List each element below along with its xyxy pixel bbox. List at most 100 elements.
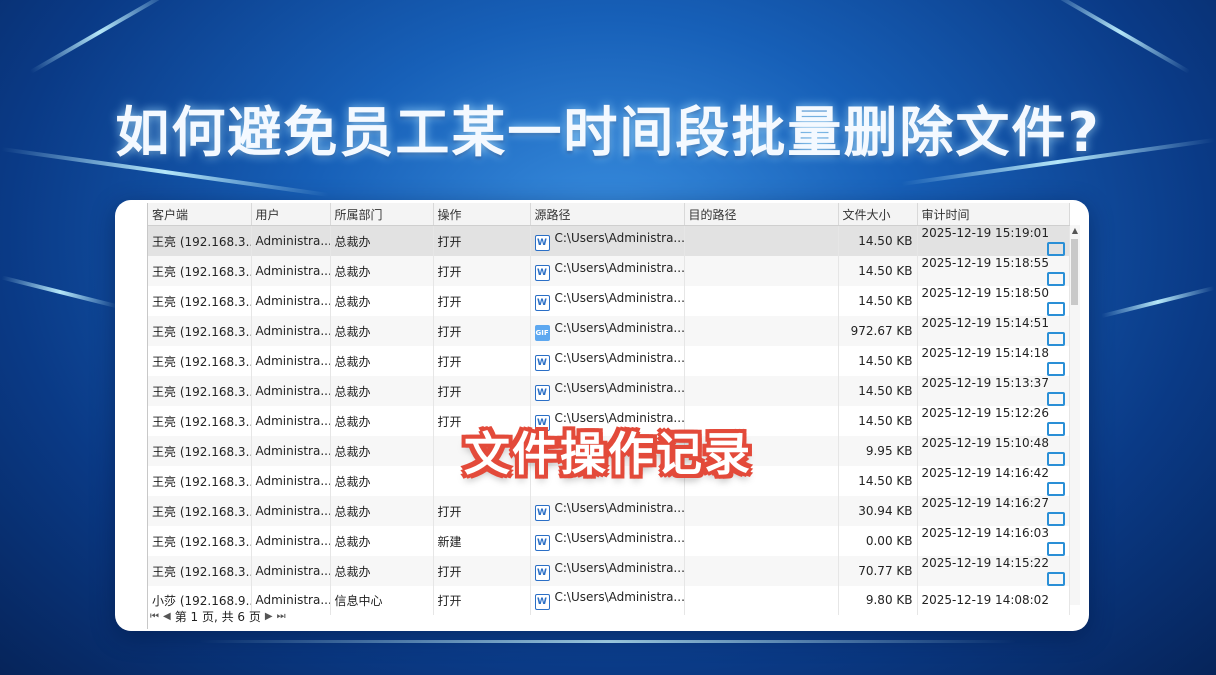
table-row[interactable]: 王亮 (192.168.3... Administra... 总裁办 打开 W C:\Us… <box>148 496 1070 526</box>
cell-client: 王亮 (192.168.3... <box>148 316 252 346</box>
size-text: 70.77 KB <box>858 564 913 578</box>
table-row[interactable]: 王亮 (192.168.3... Administra... 总裁办 打开 W C:\Us… <box>148 376 1070 406</box>
op-text: 打开 <box>437 564 462 579</box>
cell-src: W C:\Users\Administra... <box>530 256 685 286</box>
word-file-icon: W <box>534 594 550 611</box>
table-row[interactable]: 王亮 (192.168.3... Administra... 总裁办 打开 W C:\Us… <box>148 556 1070 586</box>
table-row[interactable]: 王亮 (192.168.3... Administra... 总裁办 打开 W C:\Us… <box>148 256 1070 286</box>
screen-capture-icon[interactable] <box>1046 392 1065 406</box>
cell-src: W C:\Users\Administra... <box>530 286 685 316</box>
cell-dept: 总裁办 <box>330 256 434 286</box>
cell-time: 2025-12-19 14:16:27 <box>917 496 1070 526</box>
column-header[interactable]: 用户 <box>251 203 331 226</box>
cell-src: W C:\Users\Administra... <box>530 556 685 586</box>
op-text: 打开 <box>437 294 462 309</box>
cell-op: 打开 <box>433 376 531 406</box>
cell-user: Administra... <box>251 225 331 256</box>
vertical-scrollbar[interactable]: ▲ <box>1070 225 1080 605</box>
screen-capture-icon[interactable] <box>1046 512 1065 526</box>
cell-size: 9.80 KB <box>838 586 918 615</box>
dept-text: 总裁办 <box>334 294 371 309</box>
client-text: 王亮 (192.168.3... <box>152 564 251 579</box>
screen-capture-icon[interactable] <box>1046 332 1065 346</box>
screenshot-card: 客户端 用户 所属部门 操作 源路径 目的路径 文件大小 审计时间 王亮 (19… <box>115 200 1089 631</box>
scroll-thumb[interactable] <box>1071 239 1078 305</box>
table-row[interactable]: 王亮 (192.168.3... Administra... 总裁办 打开 W C:\Us… <box>148 346 1070 376</box>
cell-dept: 总裁办 <box>330 316 434 346</box>
file-audit-table: 客户端 用户 所属部门 操作 源路径 目的路径 文件大小 审计时间 王亮 (19… <box>148 203 1070 615</box>
light-streak <box>200 640 1016 643</box>
column-header[interactable]: 源路径 <box>530 203 685 226</box>
word-file-icon: W <box>534 295 550 311</box>
cell-dst <box>684 376 839 406</box>
cell-dept: 总裁办 <box>330 376 434 406</box>
time-text: 2025-12-19 15:18:55 <box>921 256 1049 270</box>
column-header[interactable]: 目的路径 <box>684 203 839 226</box>
time-text: 2025-12-19 14:08:02 <box>921 593 1049 608</box>
screen-capture-icon[interactable] <box>1046 482 1065 496</box>
column-header[interactable]: 操作 <box>433 203 531 226</box>
cell-src: W C:\Users\Administra... <box>530 376 685 406</box>
cell-dst <box>684 346 839 376</box>
first-page-icon[interactable]: ⏮ <box>150 611 159 622</box>
column-header[interactable]: 文件大小 <box>838 203 918 226</box>
screen-capture-icon[interactable] <box>1046 272 1065 286</box>
cell-client: 王亮 (192.168.3... <box>148 526 252 556</box>
word-file-icon: W <box>534 355 550 371</box>
last-page-icon[interactable]: ⏭ <box>277 611 286 622</box>
table-row[interactable]: 小莎 (192.168.9... Administra... 信息中心 打开 W C:\U… <box>148 586 1070 615</box>
dept-text: 信息中心 <box>334 593 383 608</box>
screen-capture-icon[interactable] <box>1046 362 1065 376</box>
table-row[interactable]: 王亮 (192.168.3... Administra... 总裁办 新建 W C:\Us… <box>148 526 1070 556</box>
client-text: 王亮 (192.168.3... <box>152 234 251 249</box>
cell-dst <box>684 225 839 256</box>
table-row[interactable]: 王亮 (192.168.3... Administra... 总裁办 打开 W C:\Us… <box>148 225 1070 256</box>
column-header[interactable]: 审计时间 <box>917 203 1070 226</box>
op-text: 打开 <box>437 354 462 369</box>
client-text: 王亮 (192.168.3... <box>152 294 251 309</box>
screen-capture-icon[interactable] <box>1046 302 1065 316</box>
cell-user: Administra... <box>251 556 331 586</box>
table-row[interactable]: 王亮 (192.168.3... Administra... 总裁办 打开 W C:\Us… <box>148 286 1070 316</box>
cell-dept: 总裁办 <box>330 556 434 586</box>
size-text: 14.50 KB <box>858 264 913 278</box>
cell-time: 2025-12-19 15:14:51 <box>917 316 1070 346</box>
cell-user: Administra... <box>251 286 331 316</box>
cell-time: 2025-12-19 15:19:01 <box>917 225 1070 256</box>
column-header[interactable]: 所属部门 <box>330 203 434 226</box>
client-text: 王亮 (192.168.3... <box>152 384 251 399</box>
word-file-icon: W <box>534 385 550 401</box>
cell-client: 王亮 (192.168.3... <box>148 346 252 376</box>
page-headline: 如何避免员工某一时间段批量删除文件? <box>115 101 1101 164</box>
src-text: C:\Users\Administra... <box>554 501 684 515</box>
user-text: Administra... <box>255 384 330 398</box>
dept-text: 总裁办 <box>334 264 371 279</box>
cell-op: 打开 <box>433 316 531 346</box>
next-page-icon[interactable]: ▶ <box>265 611 273 622</box>
screen-capture-icon[interactable] <box>1046 542 1065 556</box>
op-text: 打开 <box>437 264 462 279</box>
cell-client: 王亮 (192.168.3... <box>148 286 252 316</box>
word-file-icon: W <box>534 505 550 521</box>
screen-capture-icon[interactable] <box>1046 572 1065 586</box>
screen-capture-icon[interactable] <box>1046 242 1065 256</box>
op-text: 打开 <box>437 324 462 339</box>
prev-page-icon[interactable]: ◀ <box>163 611 171 622</box>
caption-overlay: 文件操作记录 <box>464 427 752 481</box>
cell-time: 2025-12-19 15:18:55 <box>917 256 1070 286</box>
dept-text: 总裁办 <box>334 564 371 579</box>
time-text: 2025-12-19 14:16:03 <box>921 526 1049 540</box>
cell-dst <box>684 286 839 316</box>
light-streak <box>29 0 171 74</box>
size-text: 9.80 KB <box>865 593 913 608</box>
cell-op: 打开 <box>433 286 531 316</box>
size-text: 30.94 KB <box>858 504 913 518</box>
column-header[interactable]: 客户端 <box>148 203 252 226</box>
dept-text: 总裁办 <box>334 534 371 549</box>
cell-time: 2025-12-19 15:13:37 <box>917 376 1070 406</box>
scroll-up-icon[interactable]: ▲ <box>1070 225 1080 237</box>
cell-src: W C:\Users\Administra... <box>530 526 685 556</box>
cell-size: 972.67 KB <box>838 316 918 346</box>
table-row[interactable]: 王亮 (192.168.3... Administra... 总裁办 打开 GIF C:\… <box>148 316 1070 346</box>
light-streak <box>1049 0 1191 74</box>
